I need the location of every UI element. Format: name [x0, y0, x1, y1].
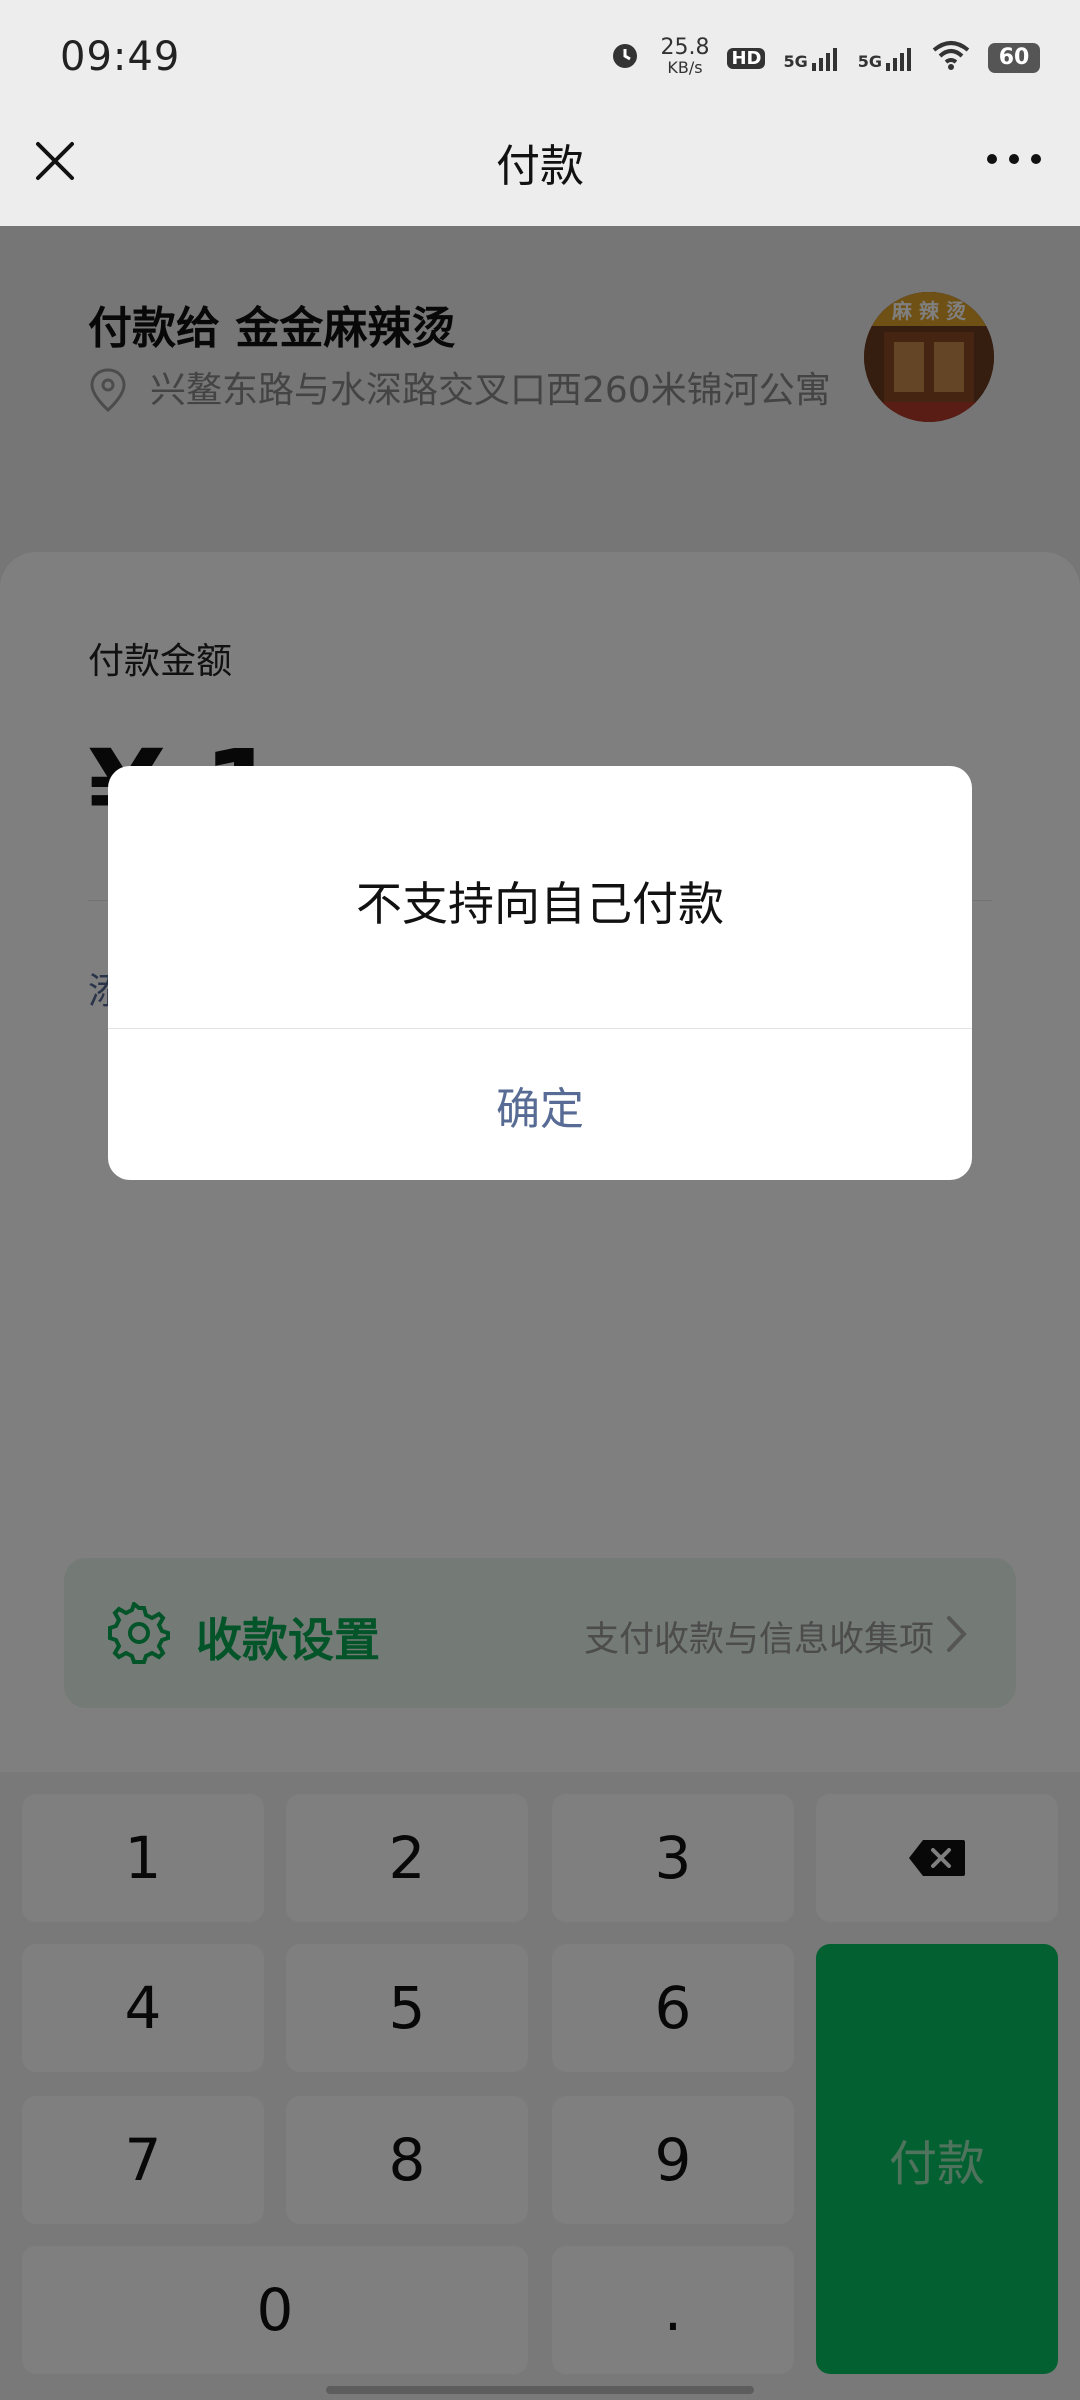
- alarm-icon: [608, 38, 642, 78]
- wifi-icon: [932, 40, 970, 76]
- status-time: 09:49: [60, 34, 181, 80]
- alert-dialog: 不支持向自己付款 确定: [108, 766, 972, 1180]
- modal-overlay: [0, 226, 1080, 2400]
- signal-icon: 5G: [783, 45, 839, 71]
- hd-icon: HD: [727, 47, 766, 69]
- battery-icon: 60: [988, 43, 1040, 73]
- status-icons: 25.8 KB/s HD 5G 5G 60: [608, 35, 1040, 78]
- net-speed: 25.8 KB/s: [660, 35, 710, 78]
- more-icon[interactable]: [984, 144, 1044, 174]
- dialog-message: 不支持向自己付款: [356, 877, 724, 931]
- signal-icon-2: 5G: [858, 45, 914, 71]
- confirm-button[interactable]: 确定: [108, 1029, 972, 1180]
- page-title: 付款: [496, 141, 584, 192]
